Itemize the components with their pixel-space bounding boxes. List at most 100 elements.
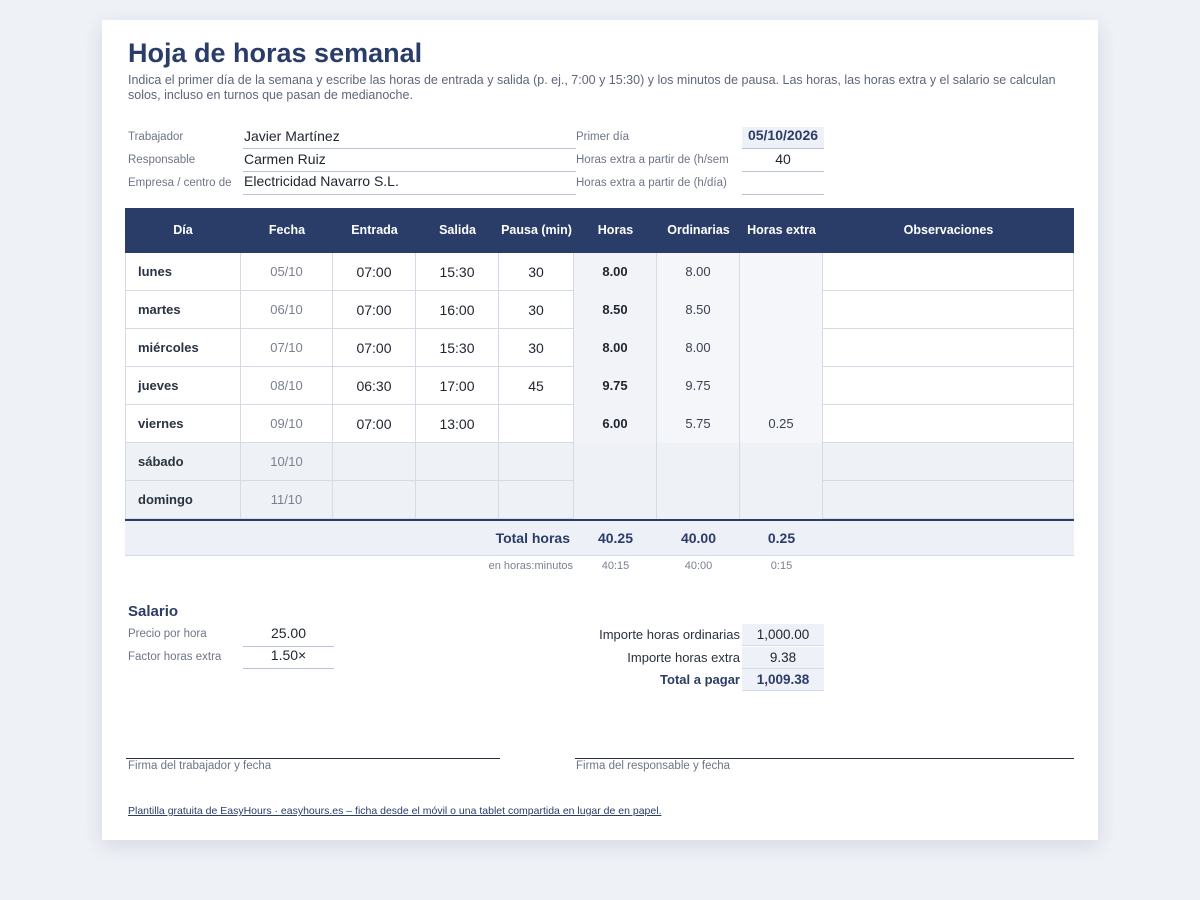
manager-signature-line [575,758,1074,759]
overtime-factor-label: Factor horas extra [128,651,222,663]
notes-input[interactable] [823,367,1074,405]
date-cell: 06/10 [241,291,333,329]
header-notes: Observaciones [903,223,994,237]
overtime-factor-field[interactable]: 1.50× [243,647,334,669]
pause-input[interactable] [499,405,574,443]
overtime-cell [740,481,823,519]
hours-cell [574,443,657,481]
exit-input[interactable]: 17:00 [416,367,499,405]
overtime-amount-value: 9.38 [742,647,824,669]
overtime-day-field[interactable] [742,173,824,195]
overtime-cell [740,329,823,367]
notes-input[interactable] [823,405,1074,443]
header-date: Fecha [268,223,306,237]
worker-field[interactable]: Javier Martínez [243,128,576,149]
first-day-field[interactable]: 05/10/2026 [742,127,824,149]
ordinary-cell: 9.75 [657,367,740,405]
header-exit: Salida [439,223,476,237]
entry-input[interactable]: 07:00 [333,291,416,329]
overtime-day-label: Horas extra a partir de (h/día) [576,177,727,189]
table-row: viernes 09/10 07:00 13:00 6.00 5.75 0.25 [125,405,1074,443]
exit-input[interactable]: 15:30 [416,253,499,291]
header-pause: Pausa (min) [501,223,572,237]
ordinary-cell: 5.75 [657,405,740,443]
notes-input[interactable] [823,481,1074,519]
entry-input[interactable]: 07:00 [333,253,416,291]
overtime-cell: 0.25 [740,405,823,443]
date-cell: 08/10 [241,367,333,405]
date-cell: 07/10 [241,329,333,367]
totals-row: Total horas 40.25 40.00 0.25 [125,519,1074,556]
hours-cell: 8.50 [574,291,657,329]
ordinary-amount-label: Importe horas ordinarias [599,627,740,642]
overtime-cell [740,367,823,405]
first-day-label: Primer día [576,131,630,143]
hours-cell: 8.00 [574,329,657,367]
pause-input[interactable] [499,443,574,481]
ordinary-cell [657,443,740,481]
page-title: Hoja de horas semanal [128,38,423,68]
pause-input[interactable]: 45 [499,367,574,405]
rate-label: Precio por hora [128,628,207,640]
manager-signature-label: Firma del responsable y fecha [576,760,731,772]
ordinary-amount-value: 1,000.00 [742,624,824,646]
notes-input[interactable] [823,253,1074,291]
notes-input[interactable] [823,291,1074,329]
entry-input[interactable] [333,443,416,481]
table-row: lunes 05/10 07:00 15:30 30 8.00 8.00 [125,253,1074,291]
total-ordinary-hm: 40:00 [684,560,713,572]
header-ordinary: Ordinarias [667,223,730,237]
timesheet-page: Hoja de horas semanal Indica el primer d… [102,20,1098,840]
entry-input[interactable]: 06:30 [333,367,416,405]
total-hours-hm: 40:15 [601,560,630,572]
total-ordinary-value: 40.00 [680,530,717,546]
rate-field[interactable]: 25.00 [243,625,334,647]
page-instructions: Indica el primer día de la semana y escr… [128,73,1056,102]
ordinary-cell: 8.50 [657,291,740,329]
total-pay-label: Total a pagar [660,672,740,687]
day-cell: miércoles [125,329,241,367]
worker-signature-label: Firma del trabajador y fecha [128,760,272,772]
notes-input[interactable] [823,329,1074,367]
date-cell: 09/10 [241,405,333,443]
total-hours-label: Total horas [495,530,570,546]
pause-input[interactable]: 30 [499,329,574,367]
day-cell: martes [125,291,241,329]
day-cell: domingo [125,481,241,519]
overtime-cell [740,443,823,481]
total-pay-value: 1,009.38 [742,669,824,691]
worker-label: Trabajador [128,131,184,143]
overtime-week-label: Horas extra a partir de (h/sem [576,154,729,166]
company-field[interactable]: Electricidad Navarro S.L. [243,173,576,195]
manager-field[interactable]: Carmen Ruiz [243,151,576,172]
hours-cell [574,481,657,519]
hours-cell: 9.75 [574,367,657,405]
entry-input[interactable] [333,481,416,519]
date-cell: 10/10 [241,443,333,481]
pause-input[interactable]: 30 [499,253,574,291]
total-hours-value: 40.25 [597,530,634,546]
exit-input[interactable] [416,481,499,519]
company-label: Empresa / centro de [128,177,232,189]
exit-input[interactable]: 15:30 [416,329,499,367]
entry-input[interactable]: 07:00 [333,405,416,443]
table-row: martes 06/10 07:00 16:00 30 8.50 8.50 [125,291,1074,329]
header-overtime: Horas extra [747,223,816,237]
exit-input[interactable]: 16:00 [416,291,499,329]
overtime-amount-label: Importe horas extra [627,650,740,665]
overtime-week-field[interactable]: 40 [742,151,824,172]
pause-input[interactable] [499,481,574,519]
ordinary-cell: 8.00 [657,253,740,291]
exit-input[interactable]: 13:00 [416,405,499,443]
hours-cell: 8.00 [574,253,657,291]
entry-input[interactable]: 07:00 [333,329,416,367]
pause-input[interactable]: 30 [499,291,574,329]
table-row: miércoles 07/10 07:00 15:30 30 8.00 8.00 [125,329,1074,367]
notes-input[interactable] [823,443,1074,481]
table-row: domingo 11/10 [125,481,1074,519]
footer-link[interactable]: Plantilla gratuita de EasyHours · easyho… [128,805,661,817]
total-overtime-hm: 0:15 [770,560,793,572]
day-cell: viernes [125,405,241,443]
exit-input[interactable] [416,443,499,481]
ordinary-cell: 8.00 [657,329,740,367]
